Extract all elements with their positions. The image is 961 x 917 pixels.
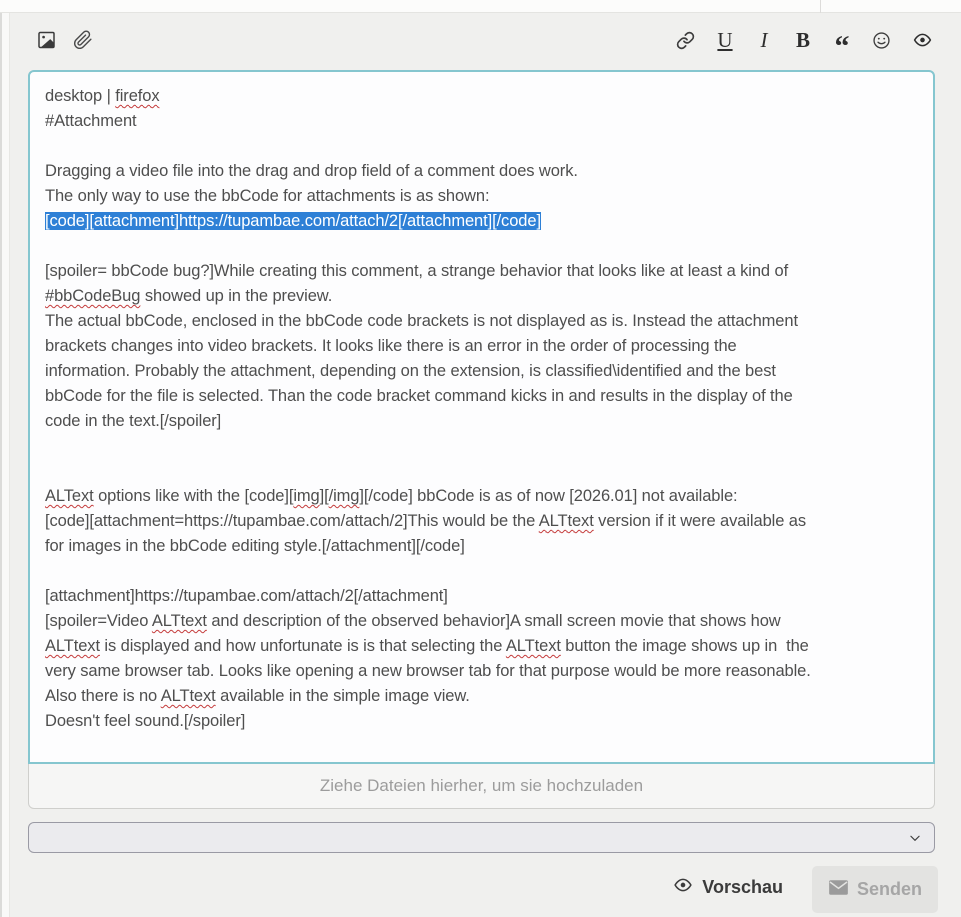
editor-content: desktop | firefox#Attachment Dragging a … (30, 72, 933, 762)
editor-line: [attachment]https://tupambae.com/attach/… (45, 584, 918, 609)
footer-bar: Vorschau Senden (10, 862, 961, 917)
file-dropzone[interactable]: Ziehe Dateien hierher, um sie hochzulade… (28, 764, 935, 809)
chevron-down-icon (908, 831, 922, 850)
image-icon (36, 30, 57, 50)
editor-line (45, 234, 918, 259)
link-icon (676, 31, 695, 50)
editor-line: ALText options like with the [code][img]… (45, 484, 918, 509)
editor-line (45, 434, 918, 459)
editor-line: brackets changes into video brackets. It… (45, 334, 918, 359)
editor-line: The actual bbCode, enclosed in the bbCod… (45, 309, 918, 334)
editor-line: #Attachment (45, 109, 918, 134)
insert-image-button[interactable] (36, 27, 57, 53)
toolbar-preview-button[interactable] (912, 27, 933, 53)
toolbar-right-group: U I B “ (676, 14, 933, 66)
insert-link-button[interactable] (676, 27, 695, 53)
editor-line: information. Probably the attachment, de… (45, 359, 918, 384)
quote-button[interactable]: “ (833, 27, 851, 53)
editor-line (45, 459, 918, 484)
editor-line: The only way to use the bbCode for attac… (45, 184, 918, 209)
toolbar-left-group (36, 14, 93, 66)
send-button[interactable]: Senden (812, 866, 938, 913)
italic-button[interactable]: I (755, 27, 773, 53)
editor-line: Dragging a video file into the drag and … (45, 159, 918, 184)
envelope-icon (828, 879, 849, 901)
editor-line: code in the text.[/spoiler] (45, 409, 918, 434)
emoji-button[interactable] (872, 27, 891, 53)
top-chrome-strip (0, 0, 961, 13)
editor-line: [code][attachment=https://tupambae.com/a… (45, 509, 918, 534)
editor-line: desktop | firefox (45, 84, 918, 109)
editor-line: bbCode for the file is selected. Than th… (45, 384, 918, 409)
editor-line: ALTtext is displayed and how unfortunate… (45, 634, 918, 659)
editor-line: Doesn't feel sound.[/spoiler] (45, 709, 918, 734)
editor-line: very same browser tab. Looks like openin… (45, 659, 918, 684)
dropzone-label: Ziehe Dateien hierher, um sie hochzulade… (320, 776, 643, 796)
left-chrome-strip (0, 13, 10, 917)
editor-toolbar: U I B “ (10, 14, 961, 66)
editor-line: for images in the bbCode editing style.[… (45, 534, 918, 559)
editor-line (45, 134, 918, 159)
paperclip-icon (73, 30, 93, 50)
editor-line: [code][attachment]https://tupambae.com/a… (45, 209, 918, 234)
category-select[interactable] (28, 822, 935, 853)
attach-file-button[interactable] (73, 27, 93, 53)
editor-line: [spoiler= bbCode bug?]While creating thi… (45, 259, 918, 284)
editor-line: #bbCodeBug showed up in the preview. (45, 284, 918, 309)
editor-line (45, 559, 918, 584)
top-chrome-divider (820, 0, 821, 13)
bold-button[interactable]: B (794, 27, 812, 53)
editor-line: [spoiler=Video ALTtext and description o… (45, 609, 918, 634)
smiley-icon (872, 31, 891, 50)
eye-icon (672, 876, 694, 899)
send-button-label: Senden (857, 879, 922, 900)
comment-textarea[interactable]: desktop | firefox#Attachment Dragging a … (28, 70, 935, 764)
preview-button[interactable]: Vorschau (672, 876, 783, 899)
editor-line: Also there is no ALTtext available in th… (45, 684, 918, 709)
eye-icon (912, 31, 933, 49)
underline-button[interactable]: U (716, 27, 734, 53)
preview-button-label: Vorschau (702, 877, 783, 898)
